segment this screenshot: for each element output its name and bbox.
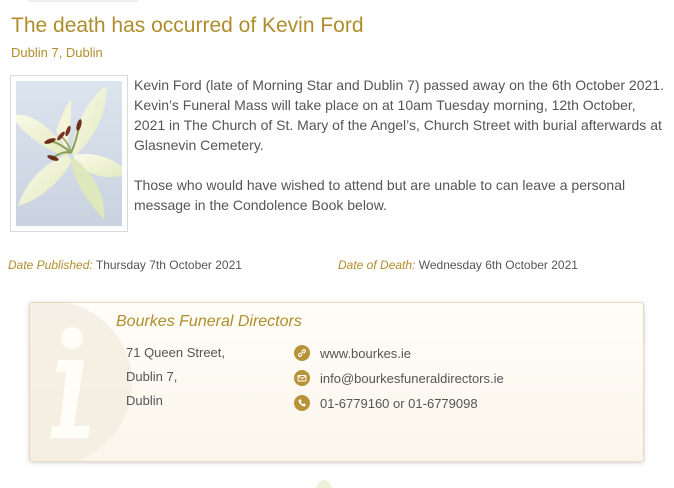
website-row: www.bourkes.ie — [294, 343, 411, 363]
location-label: Dublin 7, Dublin — [11, 45, 103, 60]
deceased-photo — [10, 75, 128, 232]
date-published: Date Published: Thursday 7th October 202… — [8, 258, 242, 272]
phone-icon — [294, 395, 310, 411]
address-line: Dublin 7, — [126, 369, 178, 384]
funeral-director-card: Bourkes Funeral Directors 71 Queen Stree… — [29, 302, 644, 462]
website-link[interactable]: www.bourkes.ie — [320, 346, 411, 361]
date-of-death-label: Date of Death: — [338, 258, 416, 272]
top-divider — [28, 0, 138, 2]
ornament-icon — [316, 480, 332, 488]
date-of-death-value: Wednesday 6th October 2021 — [418, 258, 578, 272]
notice-paragraph: Those who would have wished to attend bu… — [134, 177, 626, 213]
lily-flower-image — [16, 81, 122, 226]
date-published-value: Thursday 7th October 2021 — [95, 258, 242, 272]
address-line: Dublin — [126, 393, 163, 408]
phone-row: 01-6779160 or 01-6779098 — [294, 393, 478, 413]
phone-link[interactable]: 01-6779160 or 01-6779098 — [320, 396, 478, 411]
address-line: 71 Queen Street, — [126, 345, 226, 360]
notice-body: Kevin Ford (late of Morning Star and Dub… — [134, 75, 670, 235]
date-of-death: Date of Death: Wednesday 6th October 202… — [338, 258, 578, 272]
email-link[interactable]: info@bourkesfuneraldirectors.ie — [320, 371, 504, 386]
date-published-label: Date Published: — [8, 258, 93, 272]
link-icon — [294, 345, 310, 361]
director-name: Bourkes Funeral Directors — [116, 313, 302, 330]
envelope-icon — [294, 370, 310, 386]
page-title: The death has occurred of Kevin Ford — [11, 14, 364, 37]
notice-paragraph: Kevin Ford (late of Morning Star and Dub… — [134, 77, 664, 153]
email-row: info@bourkesfuneraldirectors.ie — [294, 368, 504, 388]
